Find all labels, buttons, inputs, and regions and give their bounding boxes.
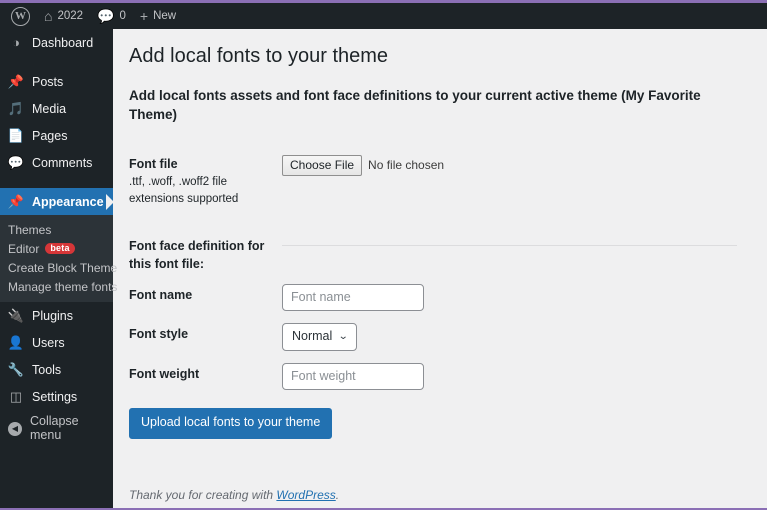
font-style-select[interactable]: Normal ⌄ (282, 323, 357, 351)
collapse-left-icon: ◀ (8, 420, 22, 436)
font-file-hint: .ttf, .woff, .woff2 file extensions supp… (129, 175, 239, 205)
site-name-label: 2022 (57, 10, 84, 22)
media-icon: 🎵 (7, 101, 25, 116)
form-row-font-name: Font name (129, 278, 747, 318)
user-icon: 👤 (7, 335, 25, 350)
definition-divider-cell (282, 215, 747, 277)
font-name-label: Font name (129, 287, 193, 302)
sidebar-item-label: Pages (32, 128, 68, 143)
form-row-font-file: Font file .ttf, .woff, .woff2 file exten… (129, 147, 747, 215)
font-style-label-cell: Font style (129, 317, 282, 357)
sidebar-item-label: Dashboard (32, 35, 94, 50)
font-file-label-cell: Font file .ttf, .woff, .woff2 file exten… (129, 147, 282, 215)
wp-logo-menu[interactable]: W (4, 3, 37, 29)
submenu-item-label: Manage theme fonts (8, 279, 118, 294)
font-style-label: Font style (129, 327, 189, 341)
sidebar-item-label: Tools (32, 362, 62, 377)
file-input[interactable]: Choose File No file chosen (282, 153, 737, 177)
sidebar-item-label: Users (32, 335, 65, 350)
appearance-submenu: Themes Editor beta Create Block Theme Ma… (0, 215, 117, 302)
upload-local-fonts-button[interactable]: Upload local fonts to your theme (129, 408, 333, 439)
sidebar-item-label: Media (32, 101, 67, 116)
browser-viewport: W ⌂ 2022 💬 0 + New ◑ Dashboard 📌 Posts 🎵… (0, 0, 767, 510)
font-weight-label: Font weight (129, 366, 200, 381)
submenu-item-label: Create Block Theme (8, 260, 118, 275)
font-face-definition-label: Font face definition for this font file: (129, 239, 265, 272)
sidebar-item-comments[interactable]: 💬 Comments (0, 149, 113, 176)
sliders-icon: ◫ (9, 389, 23, 404)
submenu-item-editor[interactable]: Editor beta (0, 239, 113, 258)
home-icon: ⌂ (44, 8, 53, 24)
main-content: Add local fonts to your theme Add local … (113, 29, 767, 508)
plus-icon: + (139, 8, 149, 24)
font-file-label: Font file (129, 156, 178, 171)
new-content-label: New (153, 10, 177, 22)
comments-menu[interactable]: 💬 0 (90, 3, 133, 29)
definition-label-cell: Font face definition for this font file: (129, 215, 282, 277)
site-name-menu[interactable]: ⌂ 2022 (37, 3, 90, 29)
sidebar-item-label: Comments (32, 155, 93, 170)
page-title: Add local fonts to your theme (129, 45, 389, 67)
paintbrush-icon: 📌 (7, 194, 25, 209)
submenu-item-label: Editor (8, 241, 40, 256)
sidebar-item-dashboard[interactable]: ◑ Dashboard (0, 29, 113, 56)
file-status-text: No file chosen (368, 158, 445, 173)
wordpress-logo-icon: W (11, 6, 30, 26)
new-content-menu[interactable]: + New (133, 3, 183, 29)
pin-icon: 📌 (7, 74, 25, 89)
font-weight-input[interactable] (282, 362, 424, 390)
font-upload-form: Font file .ttf, .woff, .woff2 file exten… (129, 147, 747, 396)
submenu-item-create-block-theme[interactable]: Create Block Theme (0, 258, 117, 277)
choose-file-button[interactable]: Choose File (282, 154, 363, 177)
font-name-label-cell: Font name (129, 278, 282, 318)
page-subtitle: Add local fonts assets and font face def… (129, 88, 701, 122)
sidebar-item-label: Plugins (32, 308, 73, 323)
beta-badge: beta (45, 242, 75, 255)
sidebar-item-label: Appearance (32, 194, 104, 209)
comment-bubble-icon: 💬 (97, 8, 115, 24)
admin-sidebar: ◑ Dashboard 📌 Posts 🎵 Media 📄 Pages 💬 Co… (0, 29, 117, 508)
wrench-icon: 🔧 (7, 362, 25, 377)
comment-bubble-icon: 💬 (7, 155, 25, 170)
font-weight-label-cell: Font weight (129, 357, 282, 397)
form-row-font-style: Font style Normal ⌄ (129, 317, 747, 357)
sidebar-item-settings[interactable]: ◫ Settings (0, 383, 113, 410)
footer-suffix: . (335, 488, 340, 502)
sidebar-item-tools[interactable]: 🔧 Tools (0, 356, 113, 383)
admin-footer: Thank you for creating with WordPress. (129, 481, 747, 502)
sidebar-item-pages[interactable]: 📄 Pages (0, 122, 113, 149)
collapse-menu-label: Collapse menu (30, 413, 79, 442)
sidebar-item-users[interactable]: 👤 Users (0, 329, 113, 356)
font-name-input-cell (282, 278, 747, 318)
dashboard-icon: ◑ (12, 35, 20, 50)
sidebar-item-plugins[interactable]: 🔌 Plugins (0, 302, 113, 329)
collapse-menu-button[interactable]: ◀ Collapse menu (0, 413, 113, 442)
submenu-item-manage-theme-fonts[interactable]: Manage theme fonts (0, 277, 117, 296)
plug-icon: 🔌 (7, 308, 25, 323)
sidebar-item-appearance[interactable]: 📌 Appearance (0, 188, 114, 215)
admin-bar: W ⌂ 2022 💬 0 + New (0, 3, 767, 29)
footer-prefix: Thank you for creating with (129, 488, 277, 502)
form-row-font-weight: Font weight (129, 357, 747, 397)
font-file-input-cell: Choose File No file chosen (282, 147, 747, 215)
sidebar-item-media[interactable]: 🎵 Media (0, 95, 113, 122)
wordpress-link[interactable]: WordPress (276, 488, 335, 502)
comments-count: 0 (119, 10, 126, 22)
submenu-item-themes[interactable]: Themes (0, 220, 113, 239)
sidebar-item-label: Settings (32, 389, 78, 404)
font-style-selected-value: Normal (292, 329, 333, 343)
font-name-input[interactable] (282, 283, 424, 311)
submenu-item-label: Themes (8, 222, 52, 237)
font-weight-input-cell (282, 357, 747, 397)
sidebar-item-label: Posts (32, 74, 64, 89)
font-style-input-cell: Normal ⌄ (282, 317, 747, 357)
sidebar-item-posts[interactable]: 📌 Posts (0, 68, 113, 95)
pages-icon: 📄 (7, 128, 25, 143)
form-row-font-face-definition: Font face definition for this font file: (129, 215, 747, 277)
chevron-down-icon: ⌄ (338, 330, 349, 342)
section-divider (282, 245, 737, 247)
